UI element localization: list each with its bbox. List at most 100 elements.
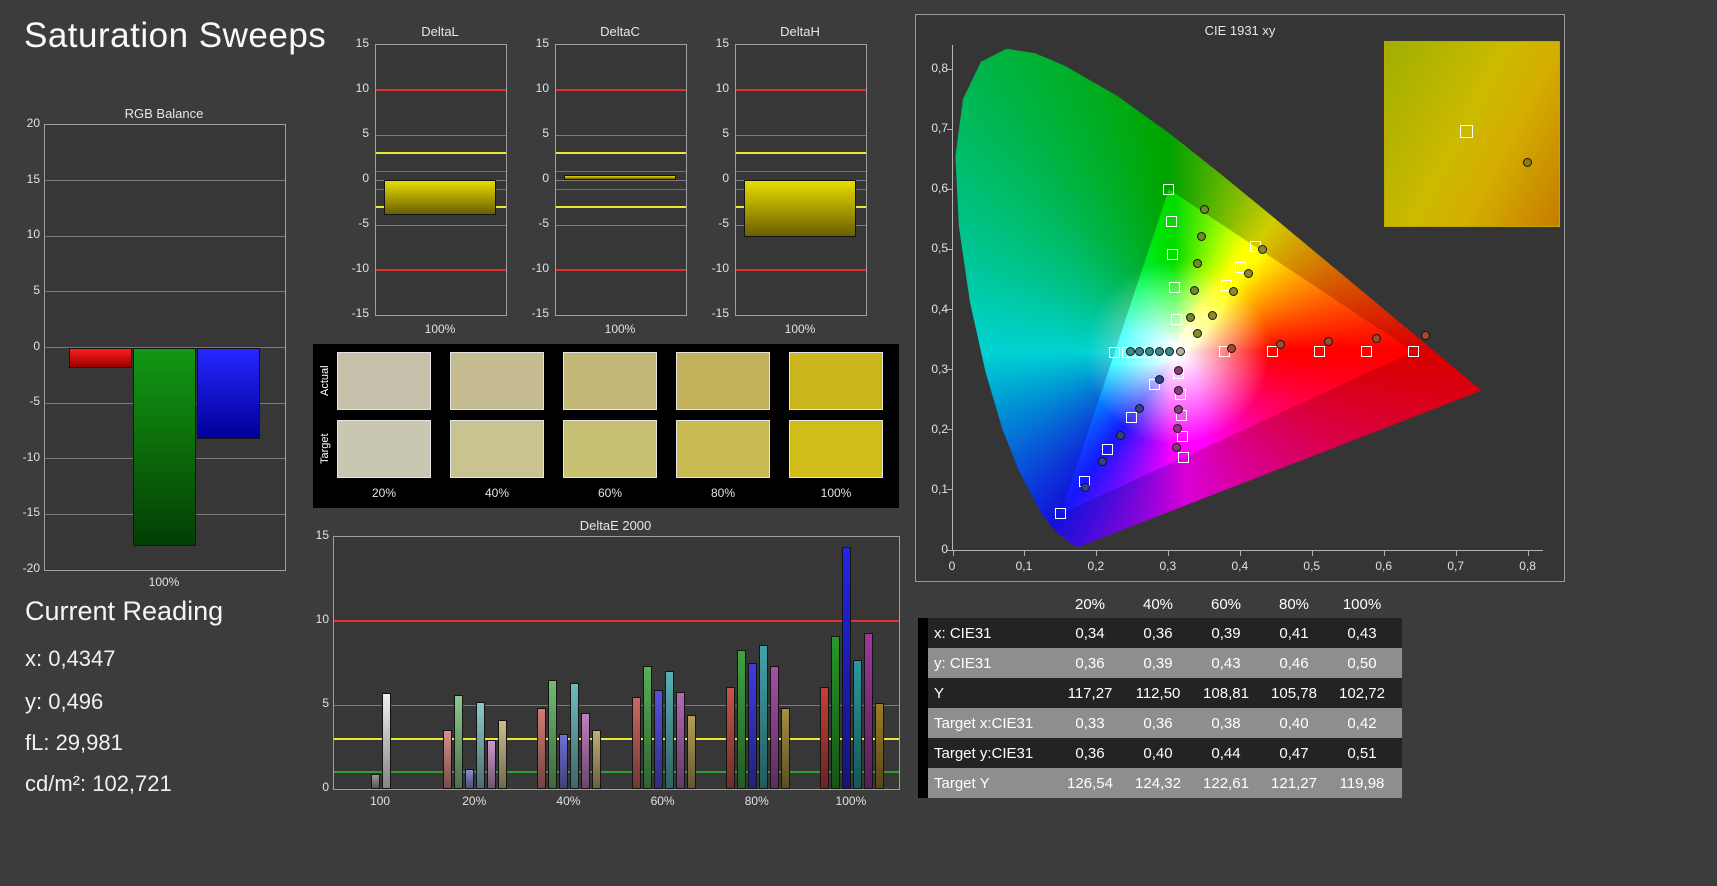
table-cell: 0,46 [1279, 654, 1309, 672]
table-header-cell: 100% [1342, 595, 1382, 613]
current-reading-fl: fL: 29,981 [25, 730, 123, 755]
cyan-measurement-dot [1165, 346, 1175, 356]
delta-e-bar [830, 636, 840, 789]
cyan-measurement-dot [1125, 346, 1135, 356]
reference-line [556, 269, 686, 271]
swatch-column-label: 40% [484, 486, 510, 500]
delta-h-chart[interactable]: DeltaH 15 10 5 0 -5 -10 -15 100% [699, 24, 879, 340]
delta-e-2000-chart-title: DeltaE 2000 [579, 518, 652, 533]
inset-measurement-dot [1522, 158, 1532, 168]
table-row-gutter [918, 618, 928, 648]
table-row-label: x: CIE31 [934, 624, 992, 642]
x-axis-category-label: 100% [148, 575, 180, 589]
y-axis-tick-label: 15 [26, 171, 40, 186]
cie-1931-chart[interactable]: CIE 1931 xy 0 0,1 0,2 0,3 0,4 0,5 0,6 0,7 0,8 0,8… [915, 14, 1565, 582]
reference-line [736, 152, 866, 154]
gridline [376, 224, 506, 226]
table-row[interactable]: Target Y 126,54 124,32 122,61 121,27 119,98 [918, 768, 1402, 798]
delta-e-bar [476, 701, 486, 789]
table-cell: 119,98 [1339, 774, 1385, 792]
swatch-actual-60% [563, 352, 657, 410]
delta-e-2000-chart[interactable]: DeltaE 2000 15 10 5 0 100 20% 40% 60% 80% 100% [313, 516, 905, 820]
table-row[interactable]: Target y:CIE31 0,36 0,40 0,44 0,47 0,51 [918, 738, 1402, 768]
y-axis-tick-label: 10 [355, 81, 369, 95]
table-header-cell: 80% [1278, 595, 1310, 613]
x-axis-category-label: 20% [462, 794, 487, 808]
table-cell: 0,38 [1211, 714, 1241, 732]
target-square-marker [1169, 281, 1181, 293]
inset-target-square-marker [1459, 125, 1473, 139]
table-row[interactable]: x: CIE31 0,34 0,36 0,39 0,41 0,43 [918, 618, 1402, 648]
calibration-saturation-sweeps-view: Saturation Sweeps RGB Balance 20 15 10 5 0 -5… [0, 0, 1717, 886]
x-axis-category-label: 80% [744, 794, 769, 808]
red-measurement-dot [1420, 330, 1430, 340]
y-axis-tick-label: 10 [715, 81, 729, 95]
swatch-row-label: Target [319, 433, 331, 465]
y-axis-tick-label: 15 [315, 528, 329, 542]
delta-e-bar [653, 689, 663, 789]
table-cell: 102,72 [1339, 684, 1385, 702]
swatch-actual-20% [337, 352, 431, 410]
table-row[interactable]: y: CIE31 0,36 0,39 0,43 0,46 0,50 [918, 648, 1402, 678]
x-axis-tick-label: 0,7 [1447, 559, 1464, 573]
delta-e-bar [631, 696, 641, 789]
target-square-marker [1361, 346, 1373, 358]
reference-line [556, 170, 686, 172]
x-axis-tick-label: 0,8 [1519, 559, 1536, 573]
swatch-target-80% [676, 420, 770, 478]
delta-e-bar [747, 663, 757, 789]
y-axis-tick-label: -15 [22, 505, 40, 520]
delta-e-bar [382, 693, 392, 789]
y-axis-tick-label: 0 [362, 171, 369, 185]
delta-e-bar [581, 713, 591, 789]
x-axis-tick-label: 0 [948, 559, 956, 573]
delta-e-bar [570, 683, 580, 789]
red-balance-bar [69, 347, 132, 368]
reference-line [376, 170, 506, 172]
table-row[interactable]: Y 117,27 112,50 108,81 105,78 102,72 [918, 678, 1402, 708]
y-axis-tick-label: -15 [531, 306, 549, 320]
rgb-balance-chart[interactable]: RGB Balance 20 15 10 5 0 -5 -10 -15 -20 100% [6, 104, 302, 604]
delta-e-bar [736, 649, 746, 789]
delta-c-chart[interactable]: DeltaC 15 10 5 0 -5 -10 -15 100% [519, 24, 699, 340]
blue-balance-bar [197, 347, 260, 439]
table-cell: 0,39 [1143, 654, 1173, 672]
table-row[interactable]: Target x:CIE31 0,33 0,36 0,38 0,40 0,42 [918, 708, 1402, 738]
reference-line [736, 170, 866, 172]
y-axis-tick-label: -5 [29, 394, 40, 409]
y-axis-tick-label: 5 [722, 126, 729, 140]
delta-e-bar [559, 733, 569, 789]
delta-c-chart-title: DeltaC [600, 24, 640, 39]
y-axis-tick-label: 0 [542, 171, 549, 185]
target-square-marker [1125, 411, 1137, 423]
reference-line [736, 269, 866, 271]
color-swatch-comparison[interactable]: Actual Target 20% 40% 60% 80% 100% [313, 344, 899, 508]
y-axis-tick-label: -5 [358, 216, 369, 230]
delta-l-chart[interactable]: DeltaL 15 10 5 0 -5 -10 -15 100% [339, 24, 519, 340]
y-axis-tick-label: 5 [362, 126, 369, 140]
reference-line [556, 206, 686, 208]
x-axis-category-label: 100 [370, 794, 391, 808]
swatch-column-label: 60% [597, 486, 623, 500]
target-square-marker [1055, 508, 1067, 520]
cyan-measurement-dot [1134, 347, 1144, 357]
x-axis-tick [1240, 551, 1242, 556]
y-axis-tick-label: 0 [941, 542, 948, 556]
delta-e-bar [548, 679, 558, 789]
delta-c-plot [555, 44, 687, 316]
x-axis-category-label: 100% [604, 322, 636, 336]
current-reading-x: x: 0,4347 [25, 646, 116, 671]
x-axis-tick-label: 0,2 [1087, 559, 1105, 573]
table-cell: 105,78 [1271, 684, 1317, 702]
delta-e-bar [863, 632, 873, 789]
delta-e-bar [498, 720, 508, 789]
table-cell: 117,27 [1067, 684, 1113, 702]
delta-e-bar [537, 708, 547, 789]
rgb-balance-plot [44, 124, 286, 571]
table-cell: 124,32 [1135, 774, 1181, 792]
table-cell: 0,41 [1279, 624, 1309, 642]
swatch-target-40% [450, 420, 544, 478]
current-reading-y: y: 0,496 [25, 689, 104, 714]
delta-e-bar [852, 659, 862, 789]
cie-chart-title: CIE 1931 xy [1204, 23, 1276, 38]
